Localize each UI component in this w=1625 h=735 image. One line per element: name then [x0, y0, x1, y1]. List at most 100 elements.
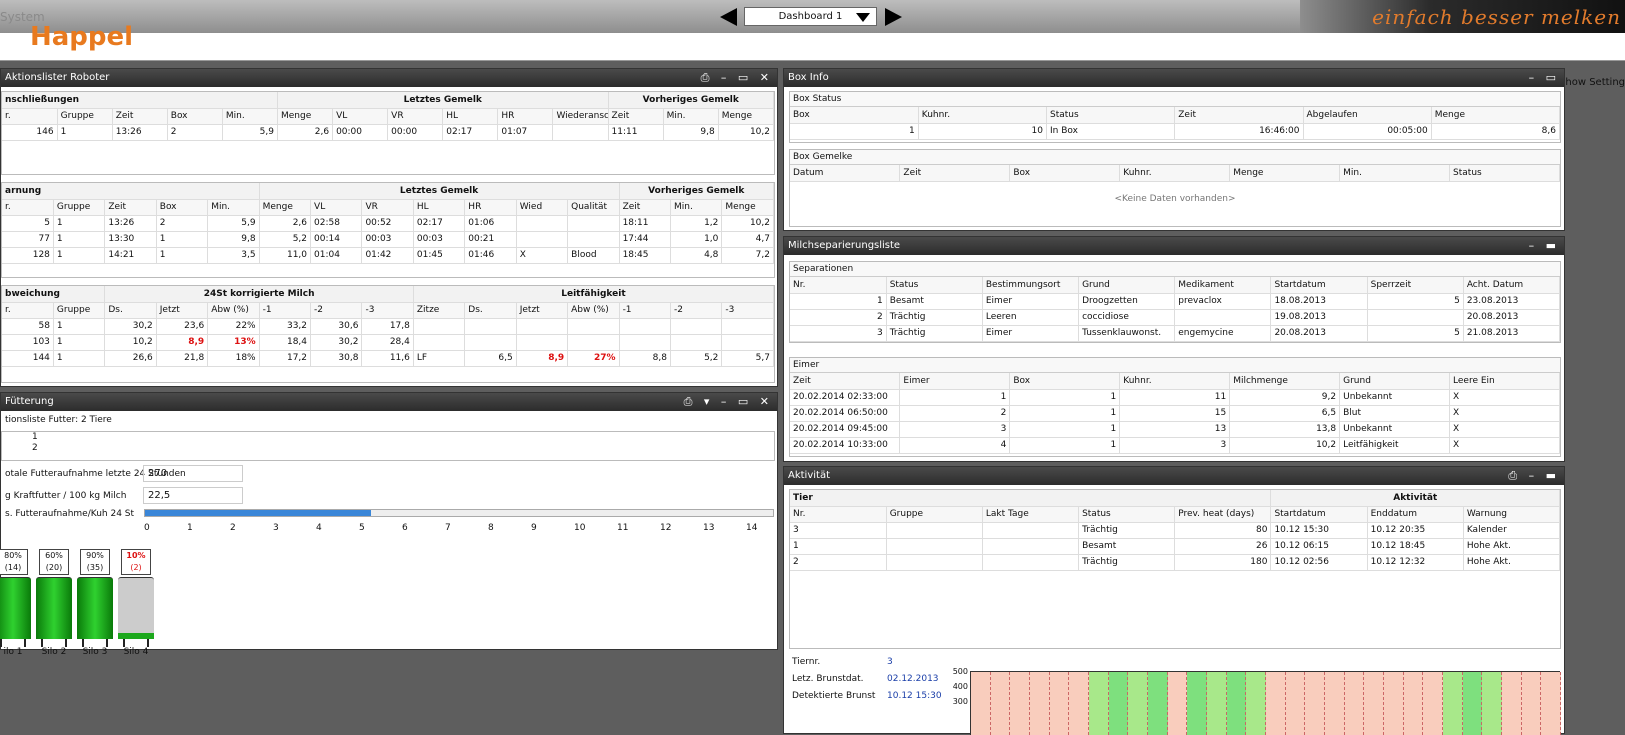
panel-controls[interactable]: ⎙ ▾ – ▭ ✕ — [684, 393, 773, 411]
column-header[interactable]: Gruppe — [53, 302, 106, 319]
chevron-down-icon[interactable] — [856, 13, 870, 22]
column-header[interactable]: -1 — [619, 302, 671, 319]
column-header[interactable]: Startdatum — [1270, 506, 1368, 523]
column-header[interactable]: HR — [497, 108, 554, 125]
column-header[interactable]: HL — [413, 199, 466, 216]
column-header[interactable]: Grund — [1339, 373, 1451, 390]
column-header[interactable]: Zeit — [104, 199, 157, 216]
show-settings-link[interactable]: Show Setting — [1559, 77, 1625, 88]
column-header[interactable]: Status — [1078, 506, 1176, 523]
column-header[interactable]: Wiederansch — [552, 108, 609, 125]
column-header[interactable]: Wied — [516, 199, 569, 216]
column-header[interactable]: Ds. — [104, 302, 157, 319]
column-header[interactable]: Menge — [259, 199, 312, 216]
column-header[interactable]: Startdatum — [1270, 277, 1368, 294]
column-header[interactable]: Enddatum — [1367, 506, 1464, 523]
column-header[interactable]: Zeit — [619, 199, 671, 216]
column-header[interactable]: Medikament — [1174, 277, 1272, 294]
panel-controls[interactable]: – ▬ — [1529, 237, 1560, 255]
table-row[interactable]: 58 1 30,2 23,6 22% 33,2 30,6 17,8 — [2, 318, 774, 335]
column-header[interactable]: -3 — [721, 302, 774, 319]
column-header[interactable]: Menge — [1229, 165, 1341, 182]
column-header[interactable]: Min. — [1339, 165, 1451, 182]
column-header[interactable]: Qualität — [567, 199, 620, 216]
column-header[interactable]: VR — [387, 108, 444, 125]
column-header[interactable]: r. — [2, 108, 58, 125]
column-header[interactable]: Prev. heat (days) — [1174, 506, 1272, 523]
column-header[interactable]: Ds. — [464, 302, 517, 319]
table-row[interactable]: 20.02.2014 10:33:00 4 1 3 10,2 Leitfähigkeit X — [790, 437, 1560, 454]
column-header[interactable]: Min. — [663, 108, 719, 125]
column-header[interactable]: Zeit — [790, 373, 901, 390]
column-header[interactable]: Zeit — [1174, 107, 1304, 124]
column-header[interactable]: Gruppe — [57, 108, 113, 125]
column-header[interactable]: Leere Ein — [1449, 373, 1560, 390]
table-row[interactable]: 1 Besamt 26 10.12 06:15 10.12 18:45 Hohe Akt. — [790, 538, 1561, 555]
column-header[interactable]: Jetzt — [156, 302, 209, 319]
column-header[interactable]: Kuhnr. — [1119, 373, 1231, 390]
table-row[interactable]: 146 1 13:26 2 5,9 2,6 00:00 00:00 02:17 01:07 11:1… — [2, 124, 775, 141]
panel-controls[interactable]: – ▭ — [1529, 69, 1560, 87]
column-header[interactable]: Gruppe — [886, 506, 983, 523]
column-header[interactable]: HR — [464, 199, 517, 216]
column-header[interactable]: Warnung — [1463, 506, 1561, 523]
column-header[interactable]: Bestimmungsort — [982, 277, 1080, 294]
column-header[interactable]: Menge — [277, 108, 334, 125]
table-row[interactable]: 128 1 14:21 1 3,5 11,0 01:04 01:42 01:45 01:46 X Bl… — [2, 247, 774, 264]
column-header[interactable]: Menge — [1431, 107, 1561, 124]
column-header[interactable]: Jetzt — [516, 302, 569, 319]
table-row[interactable]: 5 1 13:26 2 5,9 2,6 02:58 00:52 02:17 01:06 18:11 1… — [2, 215, 774, 232]
column-header[interactable]: Datum — [790, 165, 901, 182]
feed-animal[interactable]: 2 — [32, 443, 774, 454]
column-header[interactable]: HL — [442, 108, 499, 125]
column-header[interactable]: Min. — [222, 108, 278, 125]
column-header[interactable]: Menge — [721, 199, 774, 216]
column-header[interactable]: VL — [310, 199, 363, 216]
panel-controls[interactable]: ⎙ – ▬ — [1508, 467, 1560, 485]
column-header[interactable]: Zeit — [112, 108, 168, 125]
column-header[interactable]: -3 — [361, 302, 414, 319]
column-header[interactable]: Box — [790, 107, 919, 124]
column-header[interactable]: -2 — [310, 302, 363, 319]
column-header[interactable]: Sperrzeit — [1367, 277, 1464, 294]
table-row[interactable]: 20.02.2014 02:33:00 1 1 11 9,2 Unbekannt X — [790, 389, 1560, 406]
column-header[interactable]: Abw (%) — [207, 302, 260, 319]
table-row[interactable]: 2 Trächtig Leeren coccidiose 19.08.2013 20.08… — [790, 309, 1561, 326]
column-header[interactable]: VL — [332, 108, 389, 125]
column-header[interactable]: Grund — [1078, 277, 1176, 294]
column-header[interactable]: Min. — [670, 199, 723, 216]
table-row[interactable]: 3 Trächtig Eimer Tussenklauwonst. engemycine… — [790, 325, 1561, 342]
column-header[interactable]: Status — [1449, 165, 1560, 182]
table-row[interactable]: 144 1 26,6 21,8 18% 17,2 30,8 11,6 LF 6,5 8,9 27% 8,… — [2, 350, 774, 367]
column-header[interactable]: r. — [2, 199, 54, 216]
table-row[interactable]: 77 1 13:30 1 9,8 5,2 00:14 00:03 00:03 00:21 17:44… — [2, 231, 774, 248]
table-row[interactable]: 2 Trächtig 180 10.12 02:56 10.12 12:32 Hohe A… — [790, 554, 1561, 571]
column-header[interactable]: Nr. — [790, 277, 887, 294]
column-header[interactable]: Zeit — [608, 108, 664, 125]
column-header[interactable]: Lakt Tage — [982, 506, 1080, 523]
column-header[interactable]: Abgelaufen — [1303, 107, 1432, 124]
column-header[interactable]: Eimer — [899, 373, 1011, 390]
table-row[interactable]: 103 1 10,2 8,9 13% 18,4 30,2 28,4 — [2, 334, 774, 351]
column-header[interactable]: Gruppe — [53, 199, 106, 216]
table-row[interactable]: 3 Trächtig 80 10.12 15:30 10.12 20:35 Kalende… — [790, 522, 1561, 539]
column-header[interactable]: -2 — [670, 302, 723, 319]
column-header[interactable]: Status — [886, 277, 983, 294]
column-header[interactable]: Min. — [207, 199, 260, 216]
column-header[interactable]: Box — [156, 199, 209, 216]
feed-animal[interactable]: 1 — [32, 432, 774, 443]
column-header[interactable]: Zitze — [413, 302, 466, 319]
table-row[interactable]: 20.02.2014 09:45:00 3 1 13 13,8 Unbekannt X — [790, 421, 1560, 438]
next-dashboard-arrow[interactable] — [885, 8, 902, 26]
column-header[interactable]: Box — [1009, 165, 1121, 182]
table-row[interactable]: 1 10 In Box 16:46:00 00:05:00 8,6 — [790, 123, 1561, 140]
column-header[interactable]: Kuhnr. — [1119, 165, 1231, 182]
column-header[interactable]: Menge — [718, 108, 775, 125]
column-header[interactable]: Zeit — [899, 165, 1011, 182]
column-header[interactable]: Acht. Datum — [1463, 277, 1561, 294]
column-header[interactable]: Abw (%) — [567, 302, 620, 319]
column-header[interactable]: -1 — [259, 302, 312, 319]
column-header[interactable]: r. — [2, 302, 54, 319]
column-header[interactable]: Milchmenge — [1229, 373, 1341, 390]
table-row[interactable]: 20.02.2014 06:50:00 2 1 15 6,5 Blut X — [790, 405, 1560, 422]
